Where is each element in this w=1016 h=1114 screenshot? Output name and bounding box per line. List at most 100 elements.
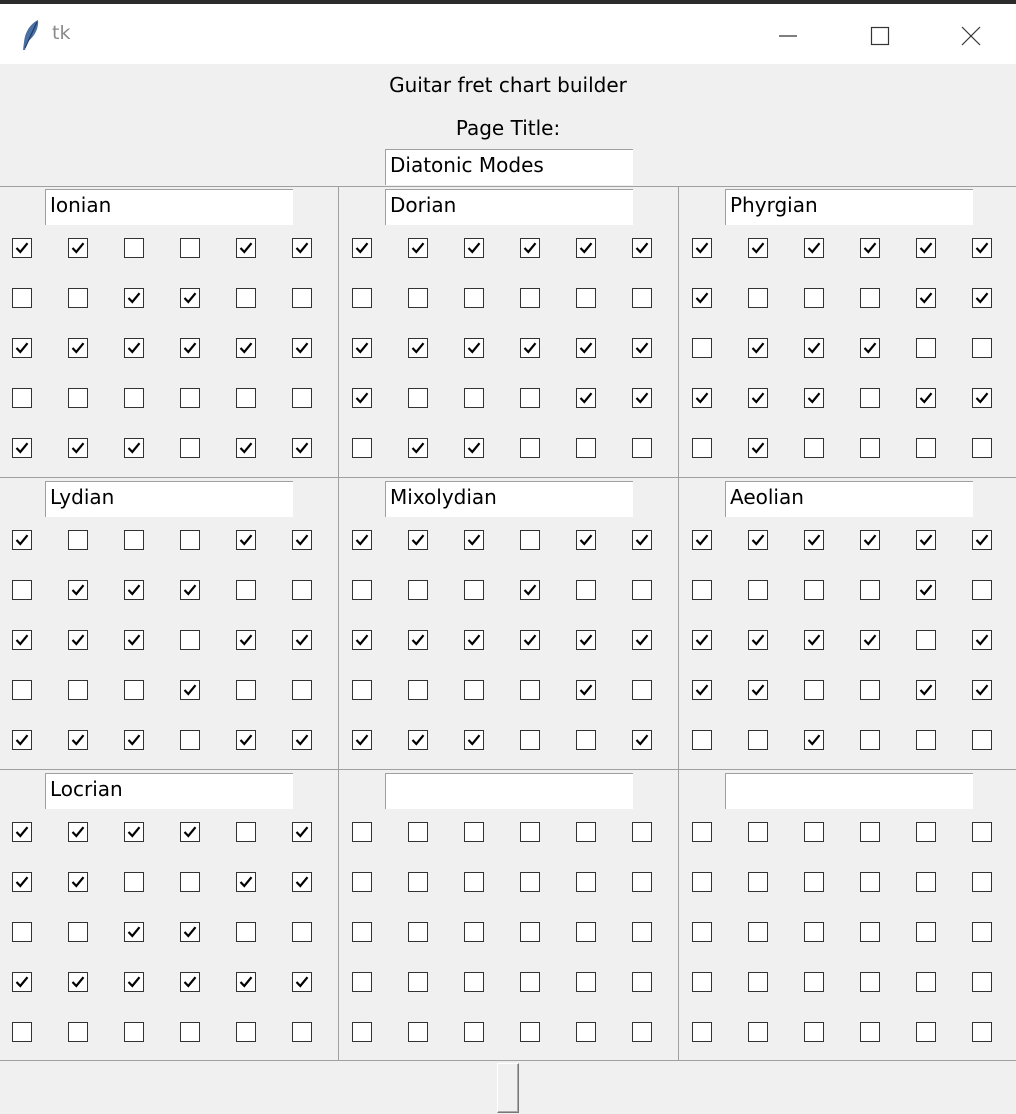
- fret-checkbox[interactable]: [408, 338, 428, 358]
- fret-checkbox[interactable]: [804, 872, 824, 892]
- fret-checkbox[interactable]: [972, 338, 992, 358]
- chart-name-input[interactable]: Locrian: [45, 773, 293, 809]
- fret-checkbox[interactable]: [292, 1022, 312, 1042]
- fret-checkbox[interactable]: [68, 238, 88, 258]
- fret-checkbox[interactable]: [520, 630, 540, 650]
- fret-checkbox[interactable]: [520, 680, 540, 700]
- fret-checkbox[interactable]: [520, 238, 540, 258]
- fret-checkbox[interactable]: [692, 338, 712, 358]
- fret-checkbox[interactable]: [68, 630, 88, 650]
- fret-checkbox[interactable]: [692, 972, 712, 992]
- chart-name-input[interactable]: Aeolian: [725, 481, 973, 517]
- fret-checkbox[interactable]: [352, 438, 372, 458]
- fret-checkbox[interactable]: [464, 580, 484, 600]
- fret-checkbox[interactable]: [804, 338, 824, 358]
- fret-checkbox[interactable]: [632, 872, 652, 892]
- fret-checkbox[interactable]: [520, 822, 540, 842]
- fret-checkbox[interactable]: [576, 972, 596, 992]
- fret-checkbox[interactable]: [916, 680, 936, 700]
- fret-checkbox[interactable]: [916, 288, 936, 308]
- fret-checkbox[interactable]: [520, 288, 540, 308]
- fret-checkbox[interactable]: [464, 822, 484, 842]
- fret-checkbox[interactable]: [576, 338, 596, 358]
- fret-checkbox[interactable]: [352, 922, 372, 942]
- fret-checkbox[interactable]: [68, 580, 88, 600]
- fret-checkbox[interactable]: [748, 630, 768, 650]
- fret-checkbox[interactable]: [292, 822, 312, 842]
- fret-checkbox[interactable]: [860, 1022, 880, 1042]
- fret-checkbox[interactable]: [860, 972, 880, 992]
- fret-checkbox[interactable]: [632, 730, 652, 750]
- fret-checkbox[interactable]: [124, 530, 144, 550]
- chart-name-input[interactable]: Lydian: [45, 481, 293, 517]
- fret-checkbox[interactable]: [972, 580, 992, 600]
- fret-checkbox[interactable]: [916, 872, 936, 892]
- fret-checkbox[interactable]: [12, 630, 32, 650]
- fret-checkbox[interactable]: [124, 630, 144, 650]
- fret-checkbox[interactable]: [520, 872, 540, 892]
- fret-checkbox[interactable]: [68, 388, 88, 408]
- fret-checkbox[interactable]: [124, 388, 144, 408]
- fret-checkbox[interactable]: [12, 530, 32, 550]
- fret-checkbox[interactable]: [68, 872, 88, 892]
- fret-checkbox[interactable]: [180, 872, 200, 892]
- fret-checkbox[interactable]: [804, 730, 824, 750]
- fret-checkbox[interactable]: [408, 288, 428, 308]
- fret-checkbox[interactable]: [860, 388, 880, 408]
- fret-checkbox[interactable]: [972, 680, 992, 700]
- fret-checkbox[interactable]: [180, 530, 200, 550]
- fret-checkbox[interactable]: [408, 972, 428, 992]
- fret-checkbox[interactable]: [972, 922, 992, 942]
- fret-checkbox[interactable]: [576, 288, 596, 308]
- chart-name-input[interactable]: [385, 773, 633, 809]
- fret-checkbox[interactable]: [236, 238, 256, 258]
- fret-checkbox[interactable]: [972, 288, 992, 308]
- fret-checkbox[interactable]: [352, 580, 372, 600]
- fret-checkbox[interactable]: [408, 580, 428, 600]
- fret-checkbox[interactable]: [748, 972, 768, 992]
- fret-checkbox[interactable]: [632, 1022, 652, 1042]
- fret-checkbox[interactable]: [180, 580, 200, 600]
- fret-checkbox[interactable]: [860, 872, 880, 892]
- fret-checkbox[interactable]: [292, 238, 312, 258]
- fret-checkbox[interactable]: [748, 872, 768, 892]
- fret-checkbox[interactable]: [916, 388, 936, 408]
- fret-checkbox[interactable]: [12, 238, 32, 258]
- chart-name-input[interactable]: Phyrgian: [725, 189, 973, 225]
- fret-checkbox[interactable]: [916, 530, 936, 550]
- fret-checkbox[interactable]: [352, 288, 372, 308]
- fret-checkbox[interactable]: [180, 730, 200, 750]
- fret-checkbox[interactable]: [408, 438, 428, 458]
- fret-checkbox[interactable]: [972, 822, 992, 842]
- fret-checkbox[interactable]: [12, 972, 32, 992]
- fret-checkbox[interactable]: [632, 822, 652, 842]
- page-title-input[interactable]: Diatonic Modes: [385, 149, 633, 185]
- fret-checkbox[interactable]: [804, 438, 824, 458]
- fret-checkbox[interactable]: [236, 530, 256, 550]
- fret-checkbox[interactable]: [632, 922, 652, 942]
- fret-checkbox[interactable]: [124, 1022, 144, 1042]
- fret-checkbox[interactable]: [464, 922, 484, 942]
- fret-checkbox[interactable]: [292, 730, 312, 750]
- fret-checkbox[interactable]: [576, 580, 596, 600]
- fret-checkbox[interactable]: [520, 388, 540, 408]
- close-button[interactable]: [925, 8, 1016, 64]
- fret-checkbox[interactable]: [576, 530, 596, 550]
- fret-checkbox[interactable]: [352, 530, 372, 550]
- fret-checkbox[interactable]: [464, 338, 484, 358]
- fret-checkbox[interactable]: [916, 630, 936, 650]
- fret-checkbox[interactable]: [632, 530, 652, 550]
- fret-checkbox[interactable]: [352, 680, 372, 700]
- fret-checkbox[interactable]: [352, 238, 372, 258]
- fret-checkbox[interactable]: [692, 438, 712, 458]
- fret-checkbox[interactable]: [464, 972, 484, 992]
- fret-checkbox[interactable]: [292, 922, 312, 942]
- fret-checkbox[interactable]: [68, 1022, 88, 1042]
- fret-checkbox[interactable]: [804, 530, 824, 550]
- fret-checkbox[interactable]: [236, 730, 256, 750]
- fret-checkbox[interactable]: [632, 438, 652, 458]
- fret-checkbox[interactable]: [692, 238, 712, 258]
- fret-checkbox[interactable]: [632, 338, 652, 358]
- fret-checkbox[interactable]: [408, 922, 428, 942]
- fret-checkbox[interactable]: [576, 822, 596, 842]
